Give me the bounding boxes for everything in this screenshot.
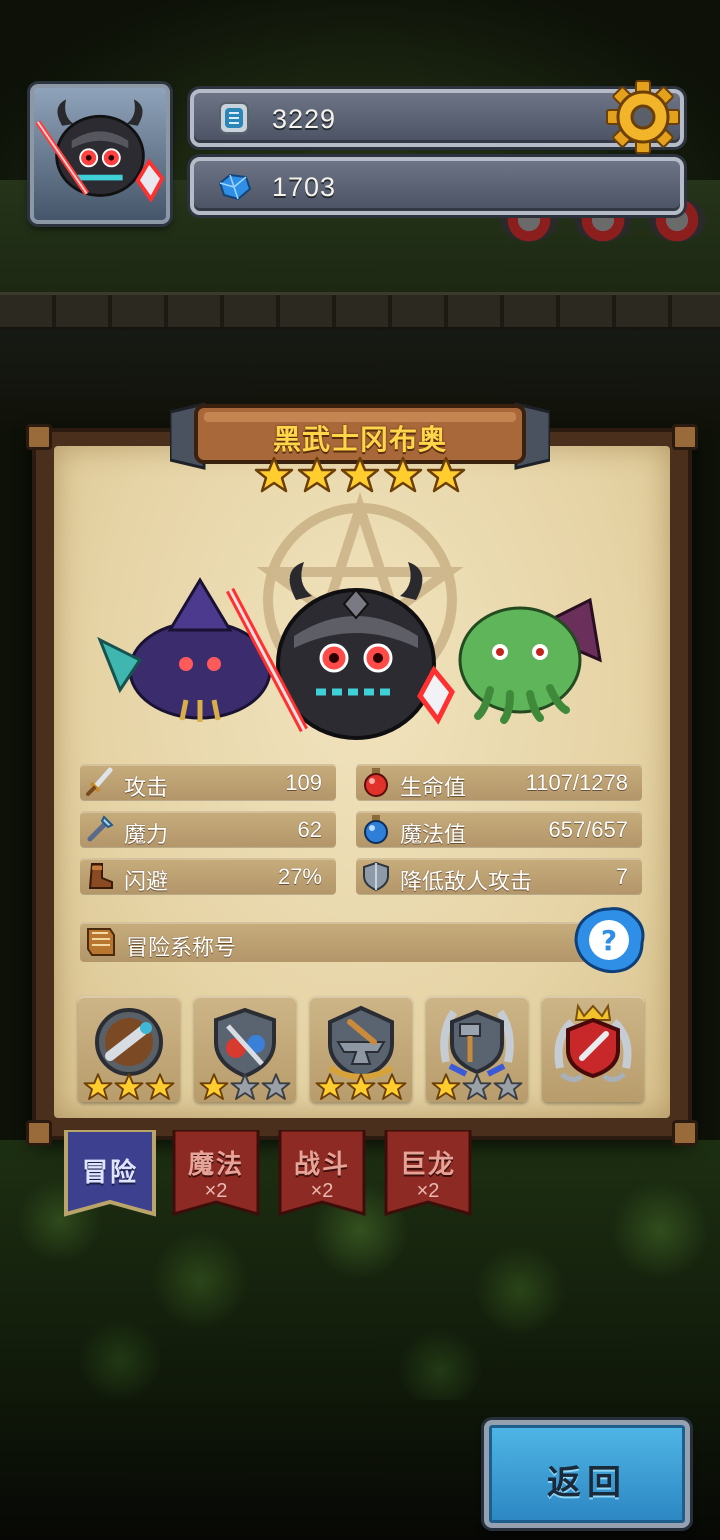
tab-dragon[interactable]: 巨龙 ×2 [380, 1130, 476, 1222]
tab-dragon-multiplier: ×2 [416, 1180, 440, 1202]
adventure-title-label: 冒险系称号 [126, 935, 237, 960]
green-tentacle-companion-icon [458, 597, 602, 724]
star-filled-icon [315, 1073, 345, 1100]
background-brick-row [0, 292, 720, 330]
stat-dodge-value: 27% [277, 864, 322, 889]
stat-mp-label: 魔法值 [400, 822, 467, 847]
back-button-label: 返回 [547, 1464, 627, 1502]
tab-magic[interactable]: 魔法 ×2 [168, 1130, 264, 1222]
scroll-badge-icon [87, 928, 115, 956]
tab-dragon-label: 巨龙 [399, 1149, 456, 1179]
star-filled-icon [431, 1073, 461, 1100]
gem-resource-bar: 1703 [190, 157, 684, 215]
red-potion-icon [364, 768, 388, 797]
tab-adventure[interactable]: 冒险 [62, 1130, 158, 1222]
stat-attack-label: 攻击 [124, 775, 169, 800]
panel-corner [26, 1120, 52, 1146]
stat-dodge: 闪避 27% [80, 858, 336, 894]
stat-mp: 魔法值 657/657 [356, 811, 642, 847]
stat-reduce-enemy-attack: 降低敌人攻击 7 [356, 858, 642, 894]
stat-magic-label: 魔力 [124, 822, 169, 847]
gem-amount: 1703 [272, 172, 337, 202]
question-icon: ? [574, 907, 645, 974]
gear-icon [606, 80, 680, 154]
stat-hp: 生命值 1107/1278 [356, 764, 642, 800]
badge-telescope[interactable] [78, 996, 180, 1108]
tab-adventure-label: 冒险 [81, 1157, 138, 1187]
badge-stars [312, 1072, 410, 1102]
hero-avatar[interactable] [30, 84, 170, 224]
star-filled-icon [83, 1073, 113, 1100]
black-knight-helmet-icon [35, 99, 165, 203]
tab-magic-label: 魔法 [187, 1149, 244, 1179]
tab-combat-multiplier: ×2 [310, 1180, 334, 1202]
panel-corner [672, 1120, 698, 1146]
stat-attack-value: 109 [285, 770, 322, 795]
star-empty-icon [462, 1073, 492, 1100]
star-filled-icon [114, 1073, 144, 1100]
black-knight-hero-icon [226, 562, 455, 740]
silver-coin-icon [219, 102, 249, 134]
badge-potion-shield[interactable] [194, 996, 296, 1108]
star-filled-icon [145, 1073, 175, 1100]
star-filled-icon [199, 1073, 229, 1100]
star-empty-icon [230, 1073, 260, 1100]
star-filled-icon [377, 1073, 407, 1100]
boot-icon [88, 863, 113, 889]
hero-party-illustration [97, 562, 602, 740]
stat-magic-value: 62 [297, 817, 322, 842]
badge-hammer-laurel[interactable] [426, 996, 528, 1108]
stat-mp-value: 657/657 [548, 817, 628, 842]
stat-hp-label: 生命值 [400, 775, 467, 800]
tab-combat[interactable]: 战斗 ×2 [274, 1130, 370, 1222]
sword-icon [86, 767, 113, 796]
badge-stars [196, 1072, 294, 1102]
stat-reduce-enemy-attack-label: 降低敌人攻击 [400, 869, 533, 894]
gold-amount: 3229 [272, 104, 337, 134]
adventure-title-bar: 冒险系称号 [80, 922, 608, 962]
blue-potion-icon [364, 815, 388, 844]
stat-reduce-enemy-attack-value: 7 [615, 864, 628, 889]
tab-combat-label: 战斗 [293, 1149, 350, 1179]
purple-beast-companion-icon [97, 577, 272, 722]
badge-crowned-crest[interactable] [542, 996, 644, 1108]
svg-text:?: ? [601, 924, 617, 957]
star-filled-icon [346, 1073, 376, 1100]
settings-gear-button[interactable] [604, 78, 682, 156]
star-empty-icon [261, 1073, 291, 1100]
help-button[interactable]: ? [572, 905, 646, 975]
tab-magic-multiplier: ×2 [204, 1180, 228, 1202]
blue-gem-icon [218, 173, 252, 201]
stat-hp-value: 1107/1278 [525, 770, 628, 795]
stat-dodge-label: 闪避 [124, 869, 169, 894]
magic-wand-icon [87, 815, 114, 842]
stat-magic: 魔力 62 [80, 811, 336, 847]
hero-name: 黑武士冈布奥 [272, 424, 447, 455]
star-empty-icon [493, 1073, 523, 1100]
badge-stars [80, 1072, 178, 1102]
badge-stars [428, 1072, 526, 1102]
shield-icon [363, 861, 389, 892]
badge-anvil[interactable] [310, 996, 412, 1108]
badge-stars [544, 1072, 642, 1102]
back-button[interactable]: 返回 [484, 1420, 690, 1528]
stat-attack: 攻击 109 [80, 764, 336, 800]
